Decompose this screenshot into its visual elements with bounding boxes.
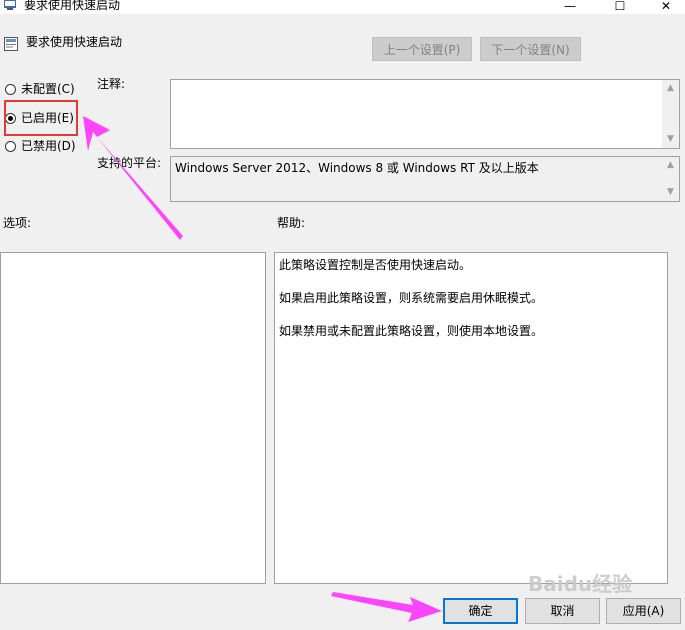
window-title: 要求使用快速启动 (24, 0, 121, 12)
close-button[interactable]: ✕ (643, 0, 685, 14)
arrow-to-enabled-icon (83, 116, 183, 240)
help-text-line: 此策略设置控制是否使用快速启动。 (279, 258, 472, 272)
scroll-up-icon[interactable]: ▲ (662, 157, 679, 174)
comment-scrollbar[interactable]: ▲ ▼ (662, 80, 679, 148)
platform-scrollbar[interactable]: ▲ ▼ (662, 157, 679, 201)
watermark: Baidu经验 (528, 572, 633, 596)
radio-label: 未配置(C) (21, 82, 75, 96)
minimize-button[interactable]: — (547, 0, 593, 14)
scroll-down-icon[interactable]: ▼ (662, 184, 679, 201)
policy-setting-icon (4, 37, 18, 51)
policy-name: 要求使用快速启动 (26, 35, 123, 49)
radio-button[interactable] (5, 83, 16, 95)
supported-platform-label: 支持的平台: (97, 156, 162, 170)
radio-label: 已禁用(D) (21, 139, 76, 153)
help-label: 帮助: (277, 216, 306, 230)
scroll-up-icon[interactable]: ▲ (662, 80, 679, 97)
radio-button[interactable] (5, 140, 16, 152)
policy-app-icon (4, 0, 16, 10)
ok-button[interactable]: 确定 (443, 598, 518, 624)
options-label: 选项: (3, 216, 32, 230)
radio-disabled[interactable]: 已禁用(D) (5, 137, 76, 155)
apply-button[interactable]: 应用(A) (606, 598, 681, 624)
highlight-box (4, 100, 78, 136)
comment-label: 注释: (97, 77, 126, 91)
radio-not-configured[interactable]: 未配置(C) (5, 80, 75, 98)
options-panel (0, 252, 266, 584)
previous-setting-button[interactable]: 上一个设置(P) (372, 37, 472, 61)
help-text-line: 如果禁用或未配置此策略设置，则使用本地设置。 (279, 324, 544, 338)
cancel-button[interactable]: 取消 (525, 598, 600, 624)
arrow-to-ok-icon (331, 592, 442, 622)
next-setting-button[interactable]: 下一个设置(N) (480, 37, 581, 61)
maximize-button[interactable]: ☐ (597, 0, 643, 14)
help-panel: 此策略设置控制是否使用快速启动。 如果启用此策略设置，则系统需要启用休眠模式。 … (274, 252, 668, 584)
comment-textarea[interactable]: ▲ ▼ (170, 79, 680, 149)
scroll-down-icon[interactable]: ▼ (662, 131, 679, 148)
help-text-line: 如果启用此策略设置，则系统需要启用休眠模式。 (279, 291, 544, 305)
supported-platform-box: Windows Server 2012、Windows 8 或 Windows … (170, 156, 680, 202)
supported-platform-value: Windows Server 2012、Windows 8 或 Windows … (175, 161, 539, 175)
